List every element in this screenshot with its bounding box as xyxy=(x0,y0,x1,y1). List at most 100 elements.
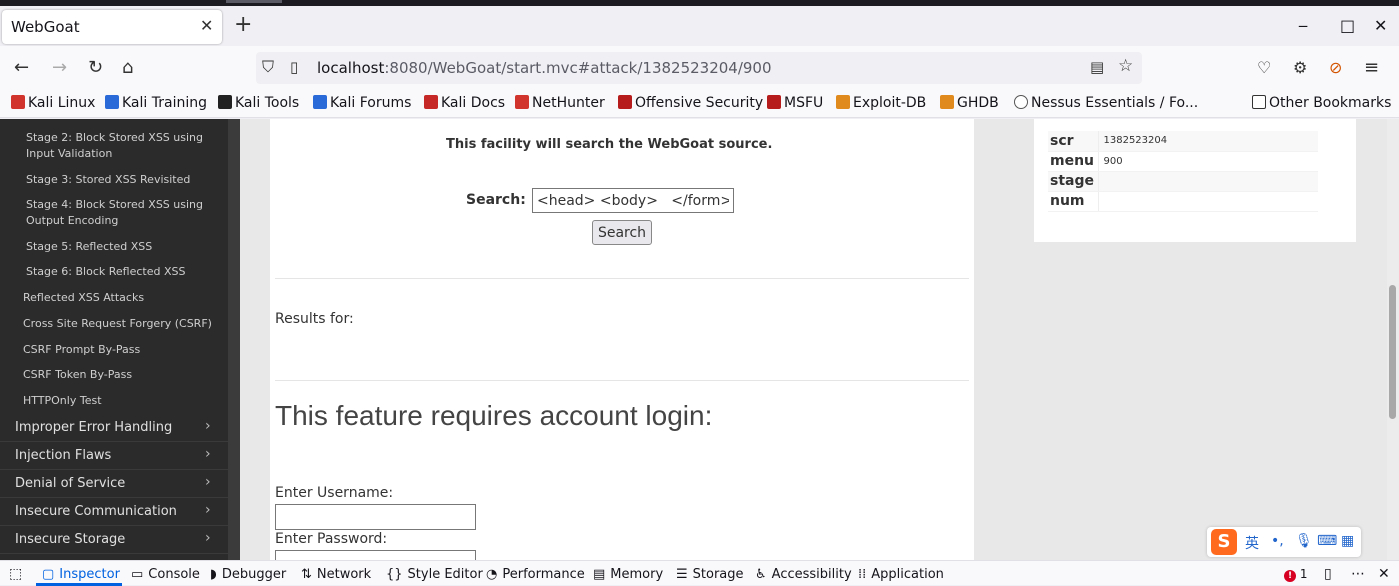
reload-icon[interactable]: ↻ xyxy=(88,58,103,78)
bookmark-kali-forums[interactable]: Kali Forums xyxy=(313,95,411,111)
folder-icon xyxy=(1252,95,1266,109)
shield-icon[interactable]: ⛉ xyxy=(262,57,274,77)
bookmark-offensive-security[interactable]: Offensive Security xyxy=(618,95,763,111)
bookmark-star-icon[interactable]: ☆ xyxy=(1118,56,1133,76)
error-count-badge[interactable]: ! 1 xyxy=(1284,567,1307,582)
lesson-sidebar: Stage 2: Block Stored XSS using Input Va… xyxy=(0,119,228,560)
bookmark-nessus[interactable]: Nessus Essentials / Fo... xyxy=(1014,95,1198,111)
maximize-button[interactable]: □ xyxy=(1340,16,1355,35)
bookmark-kali-training[interactable]: Kali Training xyxy=(105,95,207,111)
tab-network[interactable]: ⇅ Network xyxy=(301,567,371,582)
performance-icon: ◔ xyxy=(486,567,498,582)
sogou-logo-icon[interactable]: S xyxy=(1211,529,1237,555)
pocket-icon[interactable]: ♡ xyxy=(1257,58,1271,78)
username-label: Enter Username: xyxy=(275,485,394,501)
sidebar-item-reflected-xss[interactable]: Reflected XSS Attacks xyxy=(23,290,144,306)
microphone-icon[interactable]: 🎙 xyxy=(1295,533,1313,549)
tab-performance[interactable]: ◔ Performance xyxy=(486,567,585,582)
bookmark-kali-docs[interactable]: Kali Docs xyxy=(424,95,505,111)
home-icon[interactable]: ⌂ xyxy=(122,58,133,78)
grid-menu-icon[interactable]: ▦ xyxy=(1341,533,1354,549)
close-window-button[interactable]: ✕ xyxy=(1374,16,1387,35)
back-arrow-icon[interactable]: ← xyxy=(14,58,29,78)
search-input[interactable] xyxy=(532,188,734,213)
tab-application[interactable]: ⁞⁞ Application xyxy=(858,567,944,582)
msfu-icon xyxy=(767,95,781,109)
sidebar-category-communication[interactable]: Insecure Communication › xyxy=(0,498,228,526)
bookmark-msfu[interactable]: MSFU xyxy=(767,95,823,111)
extension-icon[interactable]: ⚙ xyxy=(1293,58,1307,78)
bookmark-nethunter[interactable]: NetHunter xyxy=(515,95,605,111)
page-scrollbar[interactable] xyxy=(1387,119,1399,560)
close-devtools-icon[interactable]: ✕ xyxy=(1378,566,1390,582)
sidebar-item-stage2[interactable]: Stage 2: Block Stored XSS using Input Va… xyxy=(26,130,216,162)
table-row: num xyxy=(1048,191,1318,212)
password-input[interactable] xyxy=(275,550,476,560)
sidebar-item-csrf-token[interactable]: CSRF Token By-Pass xyxy=(23,367,132,383)
search-button[interactable]: Search xyxy=(592,220,652,245)
divider xyxy=(275,278,969,279)
ime-punctuation-toggle[interactable]: •, xyxy=(1271,533,1284,549)
sidebar-category-dos[interactable]: Denial of Service › xyxy=(0,470,228,498)
sidebar-item-stage6[interactable]: Stage 6: Block Reflected XSS xyxy=(26,264,185,280)
facility-description: This facility will search the WebGoat so… xyxy=(446,137,773,152)
sidebar-item-stage4[interactable]: Stage 4: Block Stored XSS using Output E… xyxy=(26,197,216,229)
bookmark-kali-linux[interactable]: Kali Linux xyxy=(11,95,95,111)
kali-docs-icon xyxy=(424,95,438,109)
chevron-right-icon: › xyxy=(205,474,211,490)
inspector-icon: ▢ xyxy=(42,567,55,582)
tab-inspector[interactable]: ▢ Inspector xyxy=(42,567,120,582)
tab-console[interactable]: ▭ Console xyxy=(131,567,200,582)
keyboard-icon[interactable]: ⌨ xyxy=(1317,533,1337,549)
bookmark-kali-tools[interactable]: Kali Tools xyxy=(218,95,299,111)
active-workspace-indicator xyxy=(226,0,282,3)
bookmark-exploit-db[interactable]: Exploit-DB xyxy=(836,95,926,111)
tab-memory[interactable]: ▤ Memory xyxy=(593,567,663,582)
scrollbar-thumb[interactable] xyxy=(1389,285,1396,419)
lesson-content: This facility will search the WebGoat so… xyxy=(270,119,974,560)
tab-style-editor[interactable]: {} Style Editor xyxy=(386,567,483,582)
ime-toolbar[interactable]: S 英 •, 🎙 ⌨ ▦ xyxy=(1207,527,1361,557)
element-picker-icon[interactable]: ⬚ xyxy=(9,566,22,582)
sidebar-item-csrf[interactable]: Cross Site Request Forgery (CSRF) xyxy=(23,316,212,332)
tab-close-icon[interactable]: ✕ xyxy=(200,16,213,35)
browser-tab-webgoat[interactable]: WebGoat ✕ xyxy=(2,10,222,44)
sidebar-item-stage5[interactable]: Stage 5: Reflected XSS xyxy=(26,239,152,255)
minimize-button[interactable]: ‒ xyxy=(1298,16,1308,35)
more-options-icon[interactable]: ⋯ xyxy=(1351,566,1365,582)
dock-toggle-icon[interactable]: ▯ xyxy=(1324,566,1332,582)
chevron-right-icon: › xyxy=(205,418,211,434)
memory-icon: ▤ xyxy=(593,567,606,582)
sidebar-item-httponly[interactable]: HTTPOnly Test xyxy=(23,393,102,409)
tab-storage[interactable]: ☰ Storage xyxy=(676,567,744,582)
sidebar-scroll-gutter xyxy=(228,119,240,560)
addon-icon[interactable]: ⊘ xyxy=(1329,58,1342,78)
sidebar-item-stage3[interactable]: Stage 3: Stored XSS Revisited xyxy=(26,172,190,188)
ime-language-toggle[interactable]: 英 xyxy=(1245,533,1259,553)
tab-accessibility[interactable]: ♿ Accessibility xyxy=(755,567,852,582)
storage-icon: ☰ xyxy=(676,567,688,582)
search-label: Search: xyxy=(466,192,526,208)
tab-title: WebGoat xyxy=(11,18,80,36)
sidebar-item-csrf-prompt[interactable]: CSRF Prompt By-Pass xyxy=(23,342,140,358)
bookmarks-toolbar: Kali Linux Kali Training Kali Tools Kali… xyxy=(0,90,1399,118)
style-editor-icon: {} xyxy=(386,567,403,582)
sidebar-category-storage[interactable]: Insecure Storage › xyxy=(0,526,228,554)
table-row: scr 1382523204 xyxy=(1048,131,1318,152)
forward-arrow-icon[interactable]: → xyxy=(52,58,67,78)
url-bar[interactable]: ⛉ ▯ localhost:8080/WebGoat/start.mvc#att… xyxy=(256,52,1142,84)
tab-debugger[interactable]: ◗ Debugger xyxy=(210,567,286,582)
sidebar-category-injection[interactable]: Injection Flaws › xyxy=(0,442,228,470)
other-bookmarks[interactable]: Other Bookmarks xyxy=(1252,95,1391,111)
menu-hamburger-icon[interactable]: ≡ xyxy=(1364,58,1379,78)
console-icon: ▭ xyxy=(131,567,144,582)
bookmark-ghdb[interactable]: GHDB xyxy=(940,95,999,111)
url-text[interactable]: localhost:8080/WebGoat/start.mvc#attack/… xyxy=(317,59,772,77)
nethunter-icon xyxy=(515,95,529,109)
new-tab-button[interactable]: + xyxy=(234,14,252,36)
reader-view-icon[interactable]: ▤ xyxy=(1090,57,1104,77)
username-input[interactable] xyxy=(275,504,476,530)
page-viewport: Stage 2: Block Stored XSS using Input Va… xyxy=(0,119,1399,560)
sidebar-category-error-handling[interactable]: Improper Error Handling › xyxy=(0,414,228,442)
page-icon[interactable]: ▯ xyxy=(290,57,298,77)
